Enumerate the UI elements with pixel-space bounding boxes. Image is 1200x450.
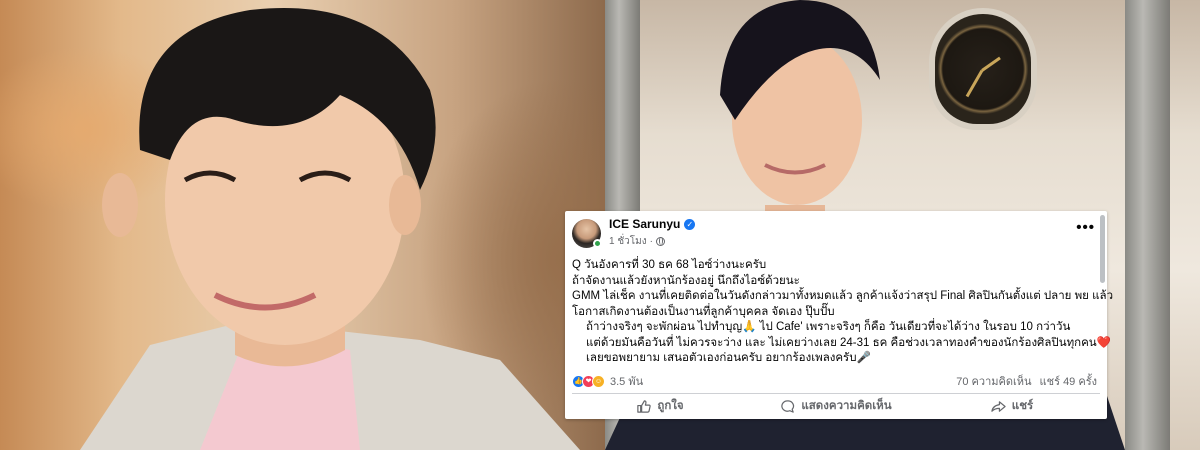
engagement-counts: 70 ความคิดเห็น แชร์ 49 ครั้ง [956, 372, 1097, 390]
comment-label: แสดงความคิดเห็น [801, 400, 892, 412]
author-row: ICE Sarunyu ✓ [609, 217, 696, 231]
post-timestamp[interactable]: 1 ชั่วโมง [609, 234, 647, 249]
care-icon: ☺ [592, 374, 605, 388]
post-actions: ถูกใจ แสดงความคิดเห็น แชร์ [572, 394, 1100, 418]
thumbs-up-icon [637, 399, 652, 413]
comment-button[interactable]: แสดงความคิดเห็น [748, 394, 924, 418]
online-status-dot [593, 238, 602, 248]
post-line: Q วันอังคารที่ 30 ธค 68 ไอซ์ว่างนะครับ [572, 259, 767, 271]
separator-dot: · [649, 236, 653, 247]
reaction-summary[interactable]: 👍 ❤ ☺ 3.5 พัน [572, 372, 643, 390]
clock-hour-hand [981, 56, 1001, 72]
post-line: โอกาสเกิดงานต้องเป็นงานที่ลูกค้าบุคคล จั… [572, 305, 835, 318]
share-button[interactable]: แชร์ [924, 394, 1100, 418]
facebook-post-card: ICE Sarunyu ✓ 1 ชั่วโมง · ••• Q วันอังคา… [565, 211, 1114, 419]
author-name[interactable]: ICE Sarunyu [609, 217, 680, 231]
globe-icon [655, 237, 665, 246]
share-icon [991, 400, 1006, 412]
like-button[interactable]: ถูกใจ [572, 394, 748, 418]
wall-clock [935, 14, 1031, 124]
post-line: เลยขอพยายาม เสนอตัวเองก่อนครับ อยากร้องเ… [586, 352, 871, 364]
comment-count[interactable]: 70 ความคิดเห็น [956, 372, 1031, 390]
post-header: ICE Sarunyu ✓ 1 ชั่วโมง · [572, 217, 696, 249]
post-stats: 👍 ❤ ☺ 3.5 พัน 70 ความคิดเห็น แชร์ 49 ครั… [572, 372, 1097, 390]
post-line: ถ้าว่างจริงๆ จะพักผ่อน ไปทำบุญ🙏 ไป Cafe'… [586, 321, 1071, 333]
post-text: Q วันอังคารที่ 30 ธค 68 ไอซ์ว่างนะครับ ถ… [572, 258, 1114, 367]
left-portrait-photo [0, 0, 605, 450]
like-label: ถูกใจ [657, 400, 684, 412]
avatar[interactable] [572, 218, 602, 248]
post-meta: ICE Sarunyu ✓ 1 ชั่วโมง · [609, 217, 696, 249]
post-line: ถ้าจัดงานแล้วยังหานักร้องอยู่ นึกถึงไอซ์… [572, 274, 800, 287]
verified-badge-icon: ✓ [684, 218, 696, 230]
comment-icon [781, 399, 795, 413]
left-portrait-illustration [80, 7, 580, 450]
timestamp-row: 1 ชั่วโมง · [609, 234, 695, 249]
clock-minute-hand [965, 69, 984, 98]
share-count[interactable]: แชร์ 49 ครั้ง [1040, 372, 1097, 390]
reaction-count[interactable]: 3.5 พัน [610, 372, 643, 390]
post-line: แต่ด้วยมันคือวันที่ ไม่ควรจะว่าง และ ไม่… [586, 336, 1111, 349]
more-options-icon[interactable]: ••• [1076, 219, 1095, 236]
post-line: GMM ไล่เช็ค งานที่เคยติดต่อในวันดังกล่าว… [572, 290, 1114, 302]
scrollbar[interactable] [1100, 215, 1105, 283]
share-label: แชร์ [1011, 400, 1034, 412]
